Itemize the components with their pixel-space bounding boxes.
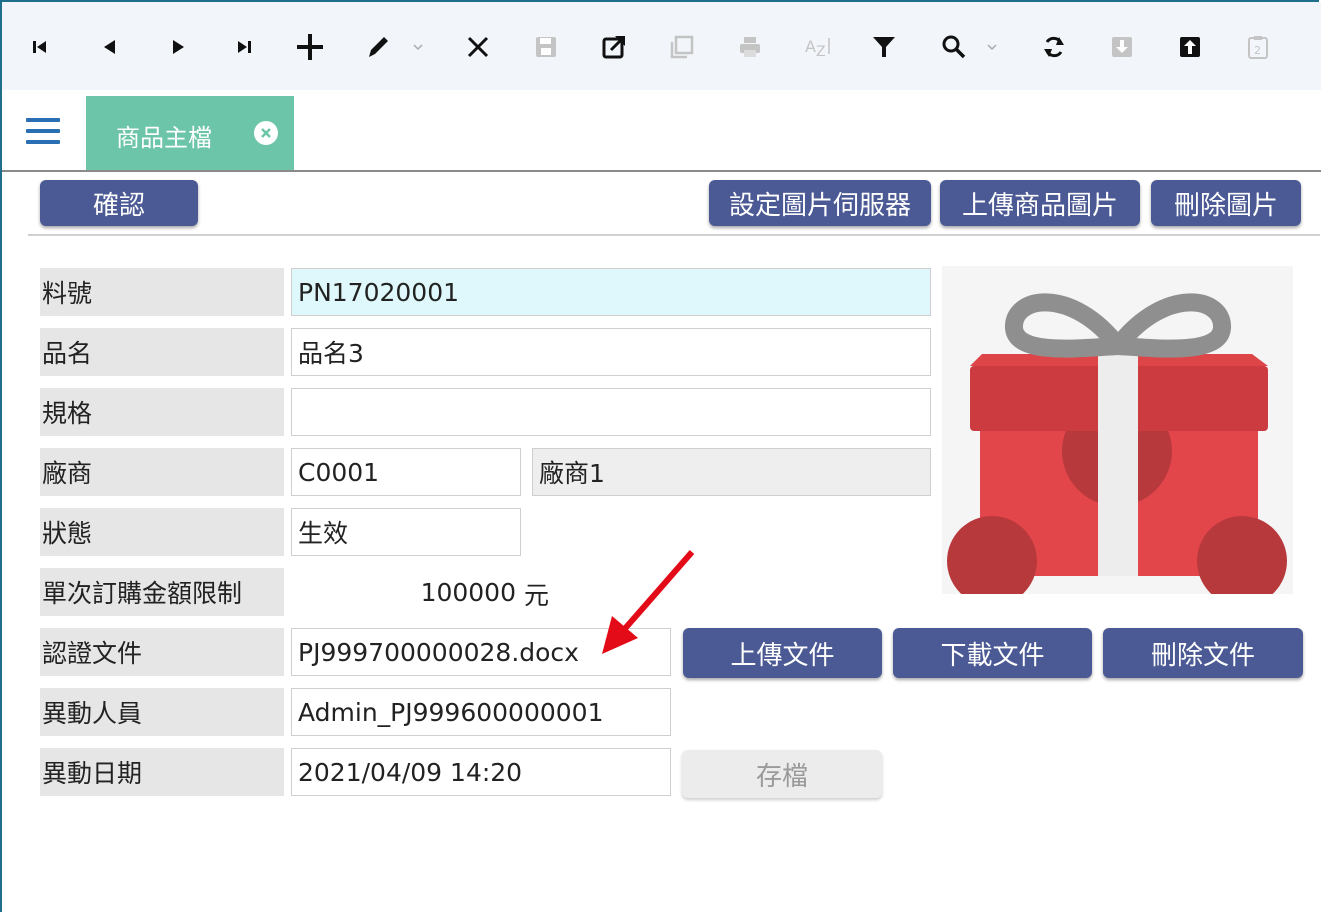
part-no-field[interactable]: PN17020001 bbox=[291, 268, 931, 316]
set-image-server-button[interactable]: 設定圖片伺服器 bbox=[709, 180, 931, 226]
tab-label: 商品主檔 bbox=[116, 124, 212, 152]
svg-text:A: A bbox=[805, 37, 816, 56]
search-icon[interactable] bbox=[936, 29, 972, 65]
close-icon[interactable] bbox=[254, 121, 278, 145]
add-icon[interactable] bbox=[292, 29, 328, 65]
filter-icon[interactable] bbox=[866, 29, 902, 65]
save-icon bbox=[528, 29, 564, 65]
cert-doc-label: 認證文件 bbox=[40, 628, 284, 676]
upload-product-image-button[interactable]: 上傳商品圖片 bbox=[940, 180, 1140, 226]
open-external-icon[interactable] bbox=[596, 29, 632, 65]
part-no-label: 料號 bbox=[40, 268, 284, 316]
menu-icon[interactable] bbox=[26, 118, 60, 144]
order-limit-label: 單次訂購金額限制 bbox=[40, 568, 284, 616]
next-record-icon[interactable] bbox=[160, 29, 196, 65]
upload-icon[interactable] bbox=[1172, 29, 1208, 65]
refresh-icon[interactable] bbox=[1036, 29, 1072, 65]
modified-by-field: Admin_PJ999600000001 bbox=[291, 688, 671, 736]
print-icon bbox=[732, 29, 768, 65]
delete-image-button[interactable]: 刪除圖片 bbox=[1151, 180, 1301, 226]
delete-icon[interactable] bbox=[460, 29, 496, 65]
delete-document-button[interactable]: 刪除文件 bbox=[1103, 628, 1303, 678]
svg-text:2: 2 bbox=[1254, 44, 1261, 57]
last-record-icon[interactable] bbox=[226, 29, 262, 65]
tab-divider bbox=[2, 170, 1321, 172]
modified-by-label: 異動人員 bbox=[40, 688, 284, 736]
spec-label: 規格 bbox=[40, 388, 284, 436]
spec-field[interactable] bbox=[291, 388, 931, 436]
download-document-button[interactable]: 下載文件 bbox=[893, 628, 1092, 678]
order-limit-unit: 元 bbox=[524, 581, 550, 610]
upload-document-button[interactable]: 上傳文件 bbox=[683, 628, 882, 678]
save-button[interactable]: 存檔 bbox=[682, 750, 882, 798]
prev-record-icon[interactable] bbox=[92, 29, 128, 65]
name-field[interactable]: 品名3 bbox=[291, 328, 931, 376]
copy-icon bbox=[664, 29, 700, 65]
svg-text:Z: Z bbox=[816, 44, 826, 60]
vendor-label: 廠商 bbox=[40, 448, 284, 496]
tab-product-master[interactable]: 商品主檔 bbox=[86, 96, 294, 170]
confirm-button[interactable]: 確認 bbox=[40, 180, 198, 226]
edit-icon[interactable] bbox=[360, 29, 396, 65]
clipboard-icon: 2 bbox=[1240, 29, 1276, 65]
chevron-down-icon[interactable] bbox=[412, 38, 424, 51]
vendor-name-field: 廠商1 bbox=[532, 448, 931, 496]
name-label: 品名 bbox=[40, 328, 284, 376]
status-label: 狀態 bbox=[40, 508, 284, 556]
modified-date-field: 2021/04/09 14:20 bbox=[291, 748, 671, 796]
order-limit-field[interactable]: 100000 bbox=[291, 568, 521, 616]
modified-date-label: 異動日期 bbox=[40, 748, 284, 796]
chevron-down-icon[interactable] bbox=[986, 38, 998, 51]
separator bbox=[28, 234, 1320, 236]
download-icon bbox=[1104, 29, 1140, 65]
annotation-arrow bbox=[590, 548, 700, 672]
vendor-code-field[interactable]: C0001 bbox=[291, 448, 521, 496]
first-record-icon[interactable] bbox=[22, 29, 58, 65]
sort-az-icon: AZ bbox=[800, 29, 836, 65]
product-image bbox=[942, 266, 1293, 606]
gift-box-icon bbox=[947, 293, 1287, 606]
status-field[interactable]: 生效 bbox=[291, 508, 521, 556]
